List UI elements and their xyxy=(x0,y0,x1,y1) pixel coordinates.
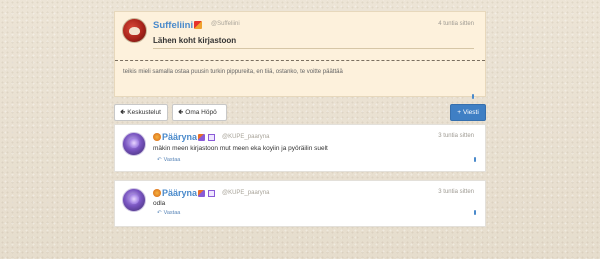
reply-author-name[interactable]: Pääryna xyxy=(153,132,216,142)
reply-card: Pääryna @KUPE_paaryna 3 tuntia sitten mä… xyxy=(114,124,486,172)
reply-arrow-icon: ↶ xyxy=(157,157,162,163)
reply-author-handle: @KUPE_paaryna xyxy=(222,134,270,140)
profile-button-label: Oma Höpö xyxy=(185,109,217,116)
kebab-menu-icon[interactable] xyxy=(472,94,474,99)
op-author-handle: @Suffeliini xyxy=(211,21,240,27)
emoji-icon xyxy=(153,133,161,141)
original-post-header: Suffeliini @Suffeliini 4 tuntia sitten L… xyxy=(115,12,485,61)
title-divider xyxy=(153,48,474,49)
reply-timestamp: 3 tuntia sitten xyxy=(438,133,474,139)
arrow-left-icon: 🢀 xyxy=(120,109,126,116)
kebab-menu-icon[interactable] xyxy=(474,157,476,162)
reply-avatar[interactable] xyxy=(122,132,146,156)
post-title: Lähen koht kirjastoon xyxy=(153,36,237,45)
reply-timestamp: 3 tuntia sitten xyxy=(438,189,474,195)
back-to-threads-button[interactable]: 🢀 Keskustelut xyxy=(114,104,168,121)
original-post-card: Suffeliini @Suffeliini 4 tuntia sitten L… xyxy=(114,11,486,99)
new-message-button[interactable]: + Viesti xyxy=(450,104,486,121)
reply-body-text: mäkin meen kirjastoon mut meen eka koyii… xyxy=(153,145,328,152)
my-profile-button[interactable]: 🢀 Oma Höpö xyxy=(172,104,227,121)
badge-icon xyxy=(208,134,216,141)
reply-arrow-icon: ↶ xyxy=(157,210,162,216)
reply-card: Pääryna @KUPE_paaryna 3 tuntia sitten od… xyxy=(114,180,486,227)
reply-link-label: Vastaa xyxy=(163,210,181,216)
op-avatar[interactable] xyxy=(122,18,147,43)
reply-avatar[interactable] xyxy=(122,188,146,212)
op-author-name[interactable]: Suffeliini xyxy=(153,20,203,31)
op-author-name-text[interactable]: Suffeliini xyxy=(153,20,193,31)
reply-link[interactable]: ↶ Vastaa xyxy=(157,210,180,216)
op-timestamp: 4 tuntia sitten xyxy=(438,21,474,27)
reply-author-name[interactable]: Pääryna xyxy=(153,188,216,198)
reply-link[interactable]: ↶ Vastaa xyxy=(157,157,180,163)
back-button-label: Keskustelut xyxy=(127,109,161,116)
reply-body-text: odla xyxy=(153,200,166,207)
new-message-label: Viesti xyxy=(463,109,479,116)
badge-icon xyxy=(198,190,206,197)
badge-icon xyxy=(208,190,216,197)
arrow-left-icon: 🢀 xyxy=(178,109,184,116)
reply-link-label: Vastaa xyxy=(163,157,181,163)
kebab-menu-icon[interactable] xyxy=(474,210,476,215)
emoji-icon xyxy=(153,189,161,197)
post-dashed-divider xyxy=(115,60,485,61)
reply-author-name-text[interactable]: Pääryna xyxy=(162,132,197,142)
plus-icon: + xyxy=(457,109,461,116)
post-body-text: teikis mieli samalla ostaa puusin turkin… xyxy=(123,69,343,75)
reply-author-name-text[interactable]: Pääryna xyxy=(162,188,197,198)
flag-badge-icon xyxy=(194,21,203,29)
reply-author-handle: @KUPE_paaryna xyxy=(222,190,270,196)
badge-icon xyxy=(198,134,206,141)
